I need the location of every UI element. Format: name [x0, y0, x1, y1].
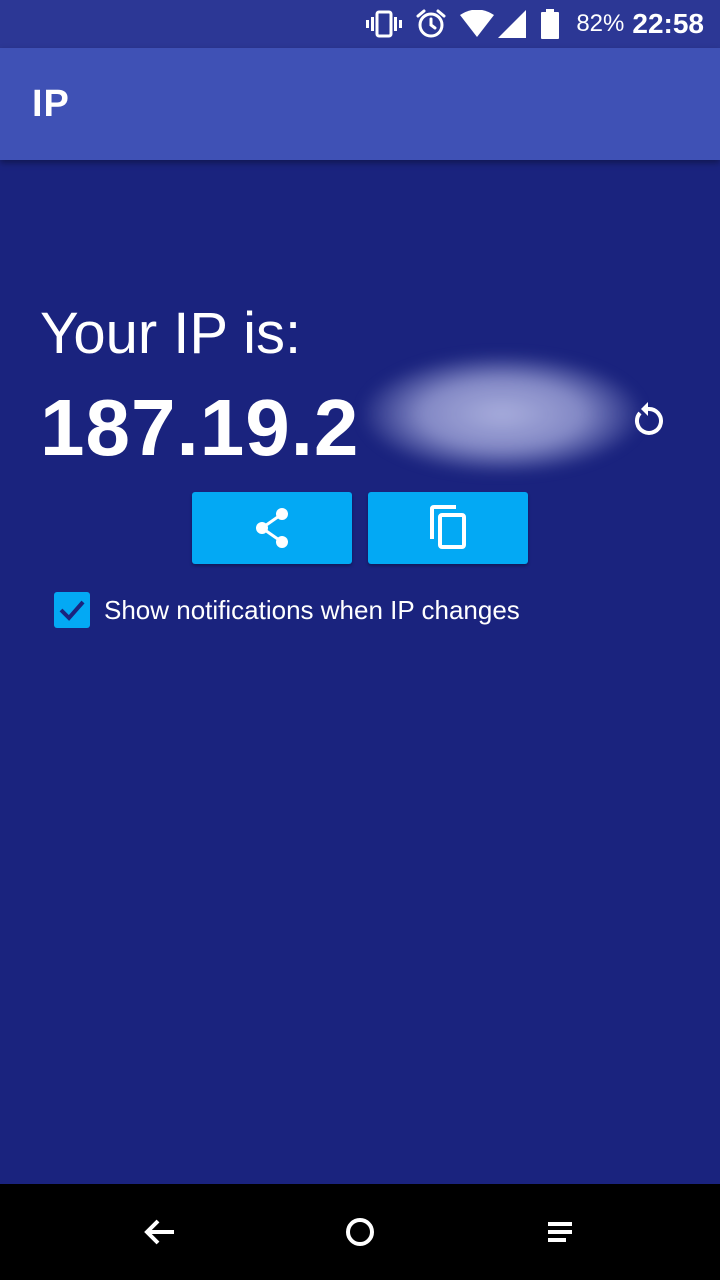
navigation-bar [0, 1184, 720, 1280]
refresh-icon [634, 402, 663, 435]
back-button[interactable] [136, 1208, 184, 1256]
share-icon [256, 508, 288, 548]
ip-row: 187.19.2 [40, 354, 680, 474]
refresh-button[interactable] [628, 396, 668, 442]
clock: 22:58 [632, 8, 704, 39]
status-bar: 82% 22:58 [0, 0, 720, 48]
notifications-option[interactable]: Show notifications when IP changes [54, 590, 520, 630]
signal-icon [498, 10, 527, 38]
main-content: Your IP is: 187.19.2 Show notifications … [0, 160, 720, 1184]
battery-percentage: 82% [576, 10, 625, 37]
checkmark-icon [59, 600, 85, 621]
notifications-checkbox[interactable] [54, 592, 90, 628]
ip-address: 187.19.2 [40, 383, 360, 472]
app-title: IP [32, 82, 70, 125]
vibrate-icon [366, 10, 403, 38]
home-icon [346, 1218, 374, 1246]
back-icon [144, 1219, 174, 1245]
ip-label: Your IP is: [40, 301, 302, 366]
home-button[interactable] [336, 1208, 384, 1256]
copy-button[interactable] [368, 492, 528, 564]
app-bar: IP [0, 48, 720, 160]
copy-icon [430, 505, 466, 549]
wifi-icon [460, 10, 495, 38]
notifications-label: Show notifications when IP changes [104, 594, 520, 625]
ip-redaction-blur [362, 354, 642, 474]
recents-icon [548, 1222, 572, 1242]
alarm-icon [416, 9, 446, 39]
recents-button[interactable] [536, 1208, 584, 1256]
share-button[interactable] [192, 492, 352, 564]
battery-icon [540, 9, 560, 39]
